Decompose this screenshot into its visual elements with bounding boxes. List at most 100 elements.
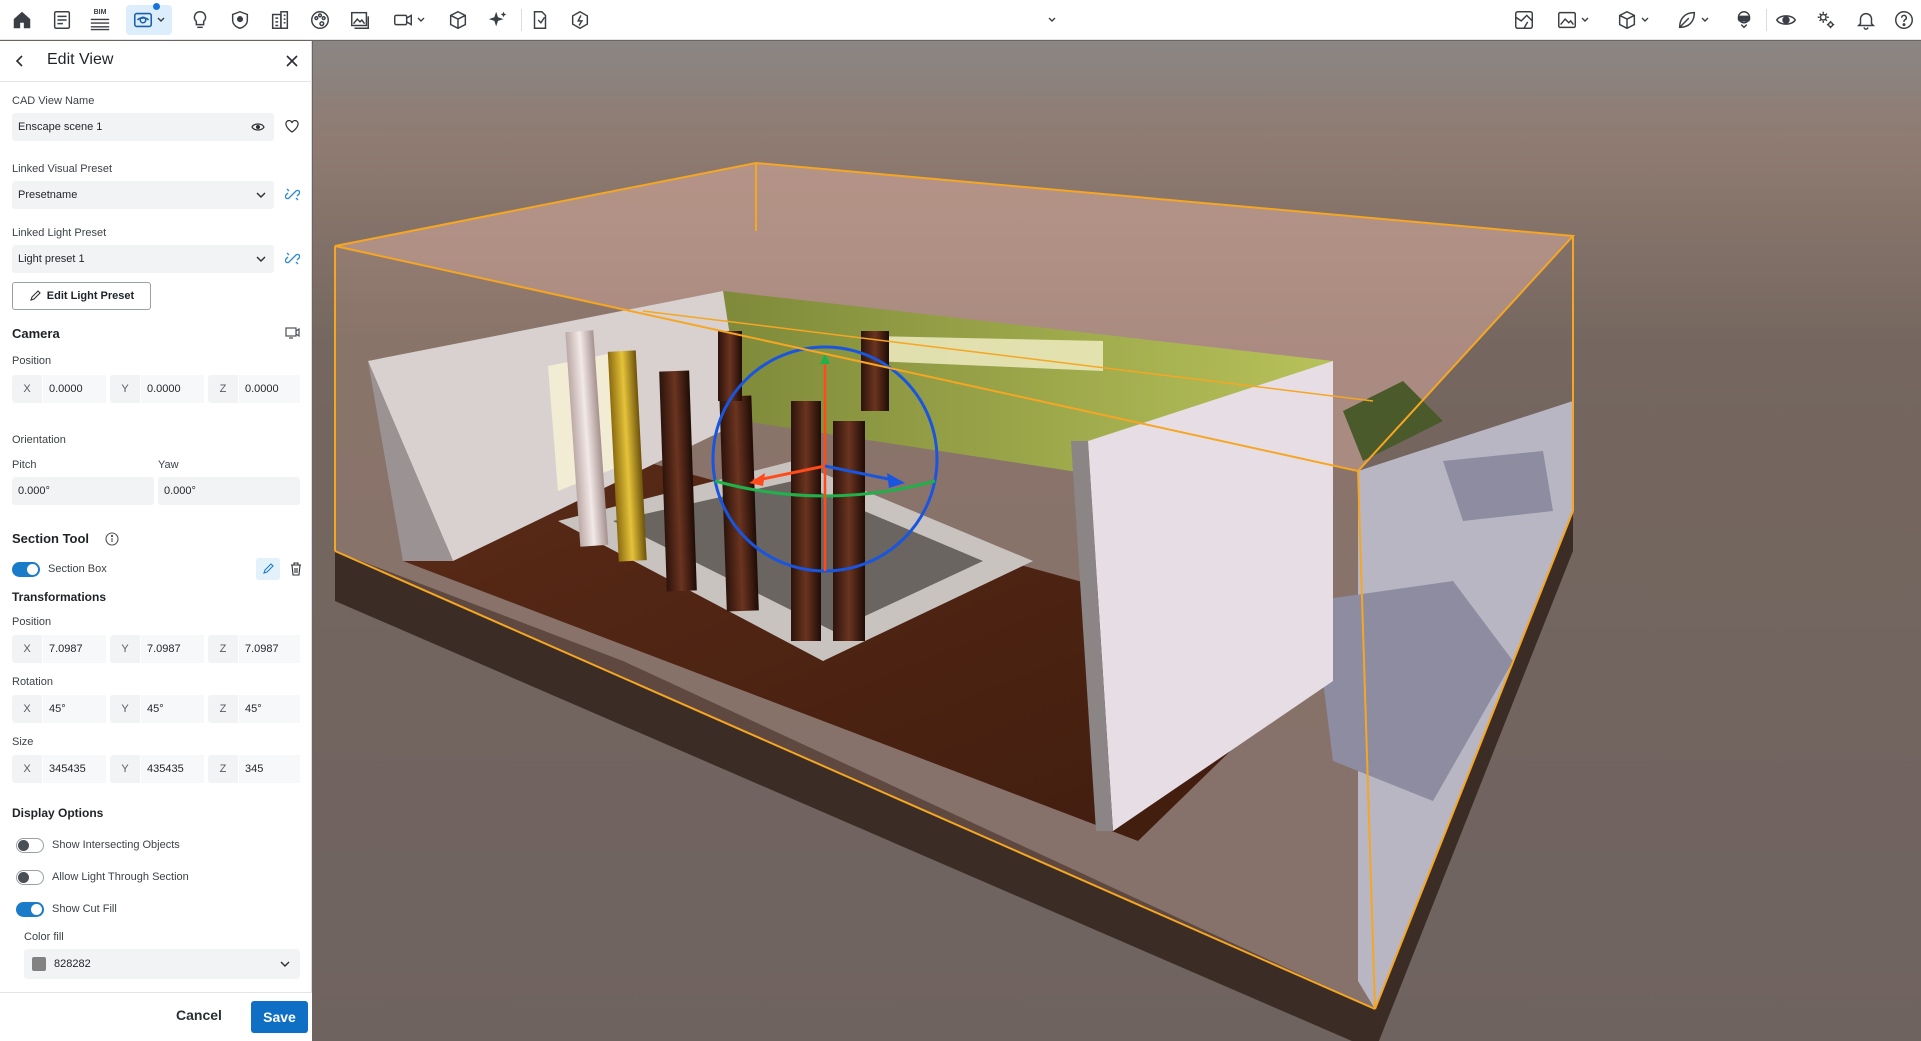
size-label: Size bbox=[12, 736, 34, 748]
camera-position-z-axis: Z bbox=[208, 375, 238, 403]
section-position-y-input[interactable]: 7.0987 bbox=[140, 635, 204, 663]
pitch-label: Pitch bbox=[12, 459, 37, 471]
camera-position-z-input[interactable]: 0.0000 bbox=[238, 375, 300, 403]
toolbar-separator bbox=[1766, 9, 1767, 31]
chevron-down-icon bbox=[1641, 17, 1649, 22]
light-preset-select[interactable]: Light preset 1 bbox=[12, 245, 274, 273]
help-icon[interactable] bbox=[1890, 5, 1918, 35]
close-icon[interactable] bbox=[282, 51, 302, 71]
render-dropdown-button[interactable] bbox=[1550, 5, 1596, 35]
edit-light-preset-label: Edit Light Preset bbox=[46, 290, 135, 302]
size-y-input[interactable]: 435435 bbox=[140, 755, 204, 783]
image-icon bbox=[1558, 11, 1576, 29]
3d-viewport[interactable] bbox=[313, 41, 1921, 1041]
back-icon[interactable] bbox=[12, 51, 28, 71]
sparkle-icon[interactable] bbox=[484, 5, 512, 35]
camera-dropdown-button[interactable] bbox=[386, 5, 432, 35]
unlink-icon[interactable] bbox=[283, 185, 301, 203]
yaw-input[interactable]: 0.000° bbox=[158, 477, 300, 505]
rotation-y-axis: Y bbox=[110, 695, 140, 723]
show-cut-fill-toggle[interactable] bbox=[16, 902, 44, 917]
bell-icon[interactable] bbox=[1852, 5, 1880, 35]
building-icon[interactable] bbox=[266, 5, 294, 35]
rotation-label: Rotation bbox=[12, 676, 53, 688]
camera-position-y-input[interactable]: 0.0000 bbox=[140, 375, 204, 403]
cube-icon[interactable] bbox=[444, 5, 472, 35]
map-icon[interactable] bbox=[1510, 5, 1538, 35]
camera-position-x-input[interactable]: 0.0000 bbox=[42, 375, 106, 403]
favorite-heart-icon[interactable] bbox=[283, 117, 301, 135]
vr-headset-icon[interactable] bbox=[1730, 5, 1758, 35]
cad-view-name-input[interactable]: Enscape scene 1 bbox=[12, 113, 274, 141]
rotation-z-axis: Z bbox=[208, 695, 238, 723]
section-position-x-input[interactable]: 7.0987 bbox=[42, 635, 106, 663]
visibility-eye-icon[interactable] bbox=[249, 119, 267, 135]
size-z-axis: Z bbox=[208, 755, 238, 783]
edit-section-pencil-icon[interactable] bbox=[256, 558, 280, 580]
scene-render bbox=[313, 41, 1921, 1041]
chevron-down-icon bbox=[280, 961, 290, 967]
home-icon[interactable] bbox=[8, 5, 36, 35]
visual-preset-value: Presetname bbox=[18, 189, 78, 201]
camera-icon bbox=[394, 14, 412, 26]
shield-icon[interactable] bbox=[226, 5, 254, 35]
visual-preset-select[interactable]: Presetname bbox=[12, 181, 274, 209]
section-box-toggle[interactable] bbox=[12, 562, 40, 577]
size-x-input[interactable]: 345435 bbox=[42, 755, 106, 783]
eye-icon[interactable] bbox=[1772, 5, 1800, 35]
section-tool-heading: Section Tool bbox=[12, 531, 90, 546]
header-divider bbox=[0, 81, 312, 82]
view-icon bbox=[133, 12, 153, 28]
section-position-z-input[interactable]: 7.0987 bbox=[238, 635, 300, 663]
chevron-down-icon bbox=[417, 17, 425, 22]
asset-icon[interactable] bbox=[566, 5, 594, 35]
bim-icon[interactable]: BIM bbox=[86, 5, 114, 35]
file-icon[interactable] bbox=[526, 5, 554, 35]
size-y-axis: Y bbox=[110, 755, 140, 783]
cube-icon bbox=[1618, 10, 1636, 30]
cancel-button[interactable]: Cancel bbox=[176, 1007, 222, 1023]
allow-light-toggle[interactable] bbox=[16, 870, 44, 885]
chevron-down-icon bbox=[1048, 17, 1056, 22]
document-icon[interactable] bbox=[48, 5, 76, 35]
cad-view-name-label: CAD View Name bbox=[12, 95, 95, 107]
show-cut-fill-label: Show Cut Fill bbox=[52, 903, 117, 915]
rotation-z-input[interactable]: 45° bbox=[238, 695, 300, 723]
pitch-value: 0.000° bbox=[18, 485, 50, 497]
image-icon[interactable] bbox=[346, 5, 374, 35]
save-button[interactable]: Save bbox=[251, 1001, 308, 1033]
color-fill-select[interactable]: 828282 bbox=[24, 949, 300, 979]
section-box-label: Section Box bbox=[48, 563, 107, 575]
color-fill-label: Color fill bbox=[24, 931, 64, 943]
camera-heading: Camera bbox=[12, 326, 60, 341]
view-dropdown-button[interactable] bbox=[126, 5, 172, 35]
yaw-value: 0.000° bbox=[164, 485, 196, 497]
rotation-x-axis: X bbox=[12, 695, 42, 723]
pitch-input[interactable]: 0.000° bbox=[12, 477, 154, 505]
object-dropdown-button[interactable] bbox=[1610, 5, 1656, 35]
rotation-y-input[interactable]: 45° bbox=[140, 695, 204, 723]
lightbulb-icon[interactable] bbox=[186, 5, 214, 35]
edit-light-preset-button[interactable]: Edit Light Preset bbox=[12, 282, 151, 310]
display-options-heading: Display Options bbox=[12, 806, 104, 820]
chevron-down-icon bbox=[256, 192, 266, 198]
chevron-down-icon bbox=[1701, 17, 1709, 22]
show-intersecting-toggle[interactable] bbox=[16, 838, 44, 853]
panel-title: Edit View bbox=[47, 51, 114, 68]
toolbar-expand-chevron[interactable] bbox=[1040, 5, 1062, 35]
notification-dot bbox=[153, 3, 160, 10]
size-z-input[interactable]: 345 bbox=[238, 755, 300, 783]
light-preset-value: Light preset 1 bbox=[18, 253, 85, 265]
camera-sync-icon[interactable] bbox=[283, 325, 301, 341]
unlink-icon[interactable] bbox=[283, 249, 301, 267]
palette-icon[interactable] bbox=[306, 5, 334, 35]
visual-preset-label: Linked Visual Preset bbox=[12, 163, 113, 175]
settings-icon[interactable] bbox=[1812, 5, 1840, 35]
info-icon[interactable] bbox=[104, 531, 120, 547]
cad-view-name-value: Enscape scene 1 bbox=[18, 121, 103, 133]
section-position-y-axis: Y bbox=[110, 635, 140, 663]
edit-view-panel: Edit View CAD View Name Enscape scene 1 … bbox=[0, 41, 312, 1041]
rotation-x-input[interactable]: 45° bbox=[42, 695, 106, 723]
trash-icon[interactable] bbox=[287, 559, 305, 579]
vegetation-dropdown-button[interactable] bbox=[1670, 5, 1716, 35]
